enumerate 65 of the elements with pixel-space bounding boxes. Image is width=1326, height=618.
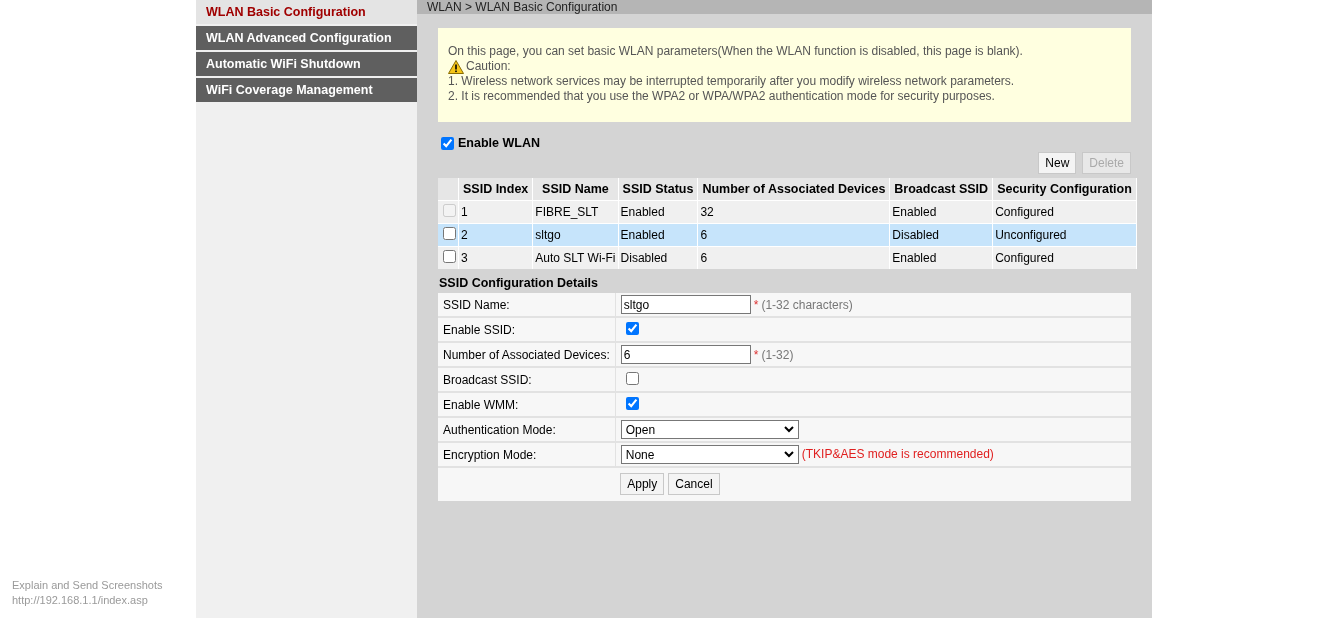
required-mark: * [753, 347, 759, 362]
notice-text: 1. Wireless network services may be interrupted temporarily after you modify wireless network parameters. [448, 74, 1016, 89]
sidebar-item[interactable]: WLAN Basic Configuration [196, 0, 417, 26]
field-hint: (1-32) [761, 347, 794, 362]
chevron-icon [783, 426, 794, 433]
checkbox[interactable] [625, 396, 639, 410]
field-label: Number of Associated Devices: [438, 342, 616, 367]
column-header: SSID Index [458, 178, 533, 201]
notice-text: 2. It is recommended that you use the WPA2 or WPA/WPA2 authentication mode for security purposes. [448, 89, 996, 104]
text-field[interactable]: 6 [620, 345, 751, 364]
table-cell: Auto SLT Wi-Fi [532, 246, 619, 269]
table-cell: Enabled [889, 246, 993, 269]
row-checkbox[interactable] [443, 227, 456, 240]
table-cell: Disabled [618, 246, 698, 269]
row-checkbox[interactable] [443, 250, 456, 263]
caution-label: Caution: [466, 59, 511, 74]
dropdown[interactable]: None [620, 445, 799, 464]
sidebar-item[interactable]: WiFi Coverage Management [196, 78, 417, 104]
field-hint: (1-32 characters) [761, 297, 853, 312]
table-cell: Enabled [618, 200, 698, 224]
table-cell: sltgo [532, 223, 619, 247]
chevron-icon [783, 451, 794, 458]
column-header: Broadcast SSID [889, 178, 993, 201]
table-cell: Configured [992, 246, 1137, 269]
table-cell: Configured [992, 200, 1137, 224]
table-cell: 2 [458, 223, 533, 247]
table-cell: 3 [458, 246, 533, 269]
text-field[interactable]: sltgo [620, 295, 751, 314]
table-cell: Enabled [889, 200, 993, 224]
table-cell: 32 [697, 200, 890, 224]
enable-wlan-label: Enable WLAN [458, 136, 540, 150]
table-button[interactable]: New [1038, 152, 1077, 174]
form-button[interactable]: Cancel [668, 473, 720, 495]
field-label: Authentication Mode: [438, 417, 616, 442]
overlay-title: Explain and Send Screenshots [12, 578, 164, 593]
column-header: Security Configuration [992, 178, 1137, 201]
table-cell: Disabled [889, 223, 993, 247]
section-title: SSID Configuration Details [438, 275, 600, 292]
notice-text: On this page, you can set basic WLAN parameters(When the WLAN function is disabled, this page is blank). [448, 44, 1024, 59]
checkbox[interactable] [625, 371, 639, 385]
table-cell: 6 [697, 223, 890, 247]
form-button[interactable]: Apply [620, 473, 665, 495]
field-label: Encryption Mode: [438, 442, 616, 467]
column-header: SSID Name [532, 178, 619, 201]
sidebar-item[interactable]: Automatic WiFi Shutdown [196, 52, 417, 78]
required-mark: * [753, 297, 759, 312]
field-label: Enable WMM: [438, 392, 616, 417]
table-cell: FIBRE_SLT [532, 200, 619, 224]
table-cell: 6 [697, 246, 890, 269]
checkbox[interactable] [625, 321, 639, 335]
recommendation-note: (TKIP&AES mode is recommended) [801, 446, 994, 461]
dropdown[interactable]: Open [620, 420, 799, 439]
sidebar-item[interactable]: WLAN Advanced Configuration [196, 26, 417, 52]
breadcrumb: WLAN > WLAN Basic Configuration [417, 0, 1152, 14]
column-header: SSID Status [618, 178, 698, 201]
field-label: Broadcast SSID: [438, 367, 616, 392]
field-label: SSID Name: [438, 293, 616, 317]
enable-wlan-checkbox[interactable] [441, 136, 454, 150]
table-cell: Unconfigured [992, 223, 1137, 247]
column-header: Number of Associated Devices [697, 178, 890, 201]
table-cell: Enabled [618, 223, 698, 247]
overlay-url: http://192.168.1.1/index.asp [12, 593, 149, 608]
table-cell: 1 [458, 200, 533, 224]
field-label: Enable SSID: [438, 317, 616, 342]
warning-icon [448, 59, 464, 74]
